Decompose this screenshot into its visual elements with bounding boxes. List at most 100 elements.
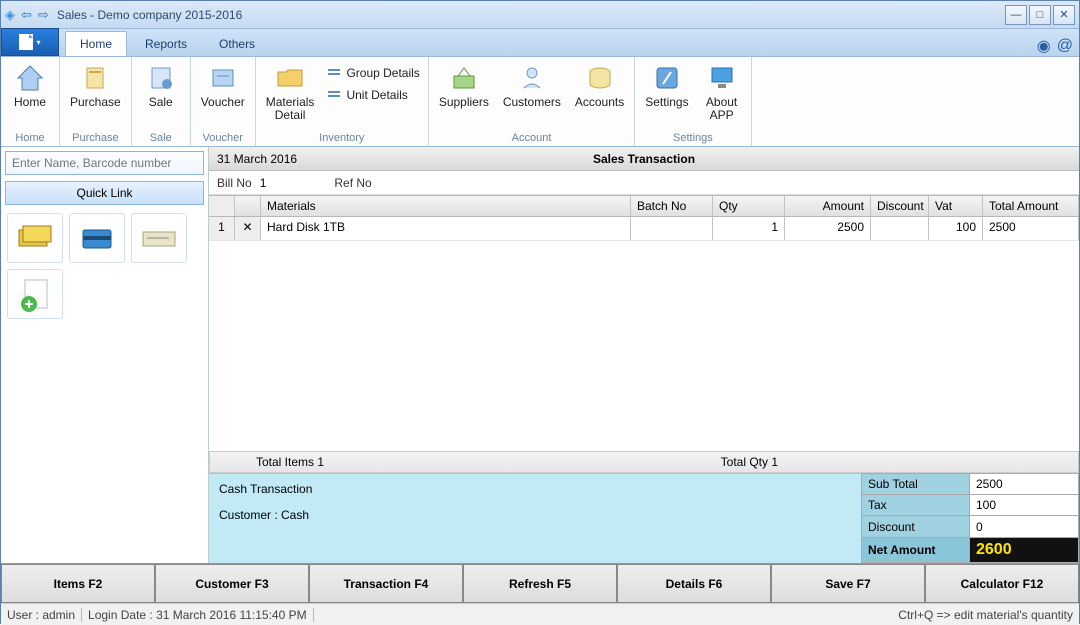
status-login: Login Date : 31 March 2016 11:15:40 PM <box>88 608 307 622</box>
group-details-button[interactable]: Group Details <box>322 63 423 83</box>
status-user: User : admin <box>7 608 75 622</box>
main: Quick Link 31 March 2016 Sales Transacti… <box>1 147 1079 563</box>
unit-details-button[interactable]: Unit Details <box>322 85 423 105</box>
purchase-button[interactable]: Purchase <box>64 59 127 112</box>
nav-forward-icon[interactable]: ⇨ <box>38 7 49 23</box>
customer-button[interactable]: Customer F3 <box>155 564 309 603</box>
total-qty: Total Qty 1 <box>721 455 778 469</box>
group-label-account: Account <box>433 130 630 144</box>
sale-icon <box>145 62 177 94</box>
tax-label: Tax <box>862 495 970 516</box>
suppliers-button[interactable]: Suppliers <box>433 59 495 112</box>
row-total[interactable]: 2500 <box>983 217 1079 240</box>
group-label-purchase: Purchase <box>64 130 127 144</box>
refno-label: Ref No <box>334 176 371 190</box>
list-icon <box>326 65 342 81</box>
window-title: Sales - Demo company 2015-2016 <box>57 8 242 22</box>
voucher-icon <box>207 62 239 94</box>
group-label-settings: Settings <box>639 130 746 144</box>
row-amount[interactable]: 2500 <box>785 217 871 240</box>
quicklink-cash[interactable] <box>7 213 63 263</box>
date-strip: 31 March 2016 Sales Transaction <box>209 147 1079 171</box>
status-bar: User : admin Login Date : 31 March 2016 … <box>1 603 1079 625</box>
net-amount-label: Net Amount <box>862 537 970 562</box>
minimize-button[interactable]: — <box>1005 5 1027 25</box>
about-app-button[interactable]: About APP <box>697 59 747 125</box>
sidebar: Quick Link <box>1 147 209 563</box>
tab-reports[interactable]: Reports <box>131 32 201 56</box>
row-material[interactable]: Hard Disk 1TB <box>261 217 631 240</box>
billno-value: 1 <box>260 176 267 190</box>
group-label-voucher: Voucher <box>195 130 251 144</box>
col-batch[interactable]: Batch No <box>631 196 713 216</box>
materials-detail-button[interactable]: Materials Detail <box>260 59 321 125</box>
row-delete-button[interactable]: ✕ <box>235 217 261 240</box>
col-amount[interactable]: Amount <box>785 196 871 216</box>
monitor-icon <box>706 62 738 94</box>
customers-button[interactable]: Customers <box>497 59 567 112</box>
billno-label: Bill No <box>217 176 252 190</box>
title-bar: ◈ ⇦ ⇨ Sales - Demo company 2015-2016 — □… <box>1 1 1079 29</box>
group-label-inventory: Inventory <box>260 130 424 144</box>
row-index: 1 <box>209 217 235 240</box>
transaction-button[interactable]: Transaction F4 <box>309 564 463 603</box>
help-icon[interactable]: ◉ <box>1037 36 1051 56</box>
app-menu-button[interactable]: ▾ <box>1 28 59 56</box>
refresh-button[interactable]: Refresh F5 <box>463 564 617 603</box>
grid-header: Materials Batch No Qty Amount Discount V… <box>209 195 1079 217</box>
save-button[interactable]: Save F7 <box>771 564 925 603</box>
subtotal-value: 2500 <box>970 474 1079 495</box>
ribbon-tabs: ▾ Home Reports Others ◉ @ <box>1 29 1079 57</box>
discount-label: Discount <box>862 516 970 537</box>
quicklink-card[interactable] <box>69 213 125 263</box>
accounts-icon <box>584 62 616 94</box>
voucher-button[interactable]: Voucher <box>195 59 251 112</box>
items-button[interactable]: Items F2 <box>1 564 155 603</box>
row-vat[interactable]: 100 <box>929 217 983 240</box>
col-vat[interactable]: Vat <box>929 196 983 216</box>
at-icon[interactable]: @ <box>1057 37 1073 55</box>
discount-value: 0 <box>970 516 1079 537</box>
ribbon: Home Home Purchase Purchase Sale Sale Vo… <box>1 57 1079 147</box>
tax-value: 100 <box>970 495 1079 516</box>
cash-panel: Cash Transaction Customer : Cash <box>209 473 861 563</box>
transaction-title: Sales Transaction <box>593 152 695 166</box>
nav-back-icon[interactable]: ⇦ <box>21 7 32 23</box>
net-amount-value: 2600 <box>970 537 1079 562</box>
calculator-button[interactable]: Calculator F12 <box>925 564 1079 603</box>
suppliers-icon <box>448 62 480 94</box>
bill-row: Bill No 1 Ref No <box>209 171 1079 195</box>
search-input[interactable] <box>5 151 204 175</box>
col-materials[interactable]: Materials <box>261 196 631 216</box>
customer-label: Customer : Cash <box>219 508 851 522</box>
app-logo-icon: ◈ <box>5 7 15 23</box>
grid-body[interactable]: 1 ✕ Hard Disk 1TB 1 2500 100 2500 <box>209 217 1079 451</box>
footer-buttons: Items F2 Customer F3 Transaction F4 Refr… <box>1 563 1079 603</box>
accounts-button[interactable]: Accounts <box>569 59 630 112</box>
col-discount[interactable]: Discount <box>871 196 929 216</box>
quicklink-new[interactable] <box>7 269 63 319</box>
col-qty[interactable]: Qty <box>713 196 785 216</box>
tab-home[interactable]: Home <box>65 31 127 56</box>
sale-button[interactable]: Sale <box>136 59 186 112</box>
status-tip: Ctrl+Q => edit material's quantity <box>898 608 1073 622</box>
summary-table: Sub Total2500 Tax100 Discount0 Net Amoun… <box>861 473 1079 563</box>
row-discount[interactable] <box>871 217 929 240</box>
home-button[interactable]: Home <box>5 59 55 112</box>
details-button[interactable]: Details F6 <box>617 564 771 603</box>
maximize-button[interactable]: □ <box>1029 5 1051 25</box>
col-total[interactable]: Total Amount <box>983 196 1079 216</box>
close-button[interactable]: ✕ <box>1053 5 1075 25</box>
totals-row: Total Items 1 Total Qty 1 <box>209 451 1079 473</box>
quick-link-button[interactable]: Quick Link <box>5 181 204 205</box>
purchase-icon <box>79 62 111 94</box>
list-icon <box>326 87 342 103</box>
customers-icon <box>516 62 548 94</box>
row-qty[interactable]: 1 <box>713 217 785 240</box>
home-icon <box>14 62 46 94</box>
settings-button[interactable]: Settings <box>639 59 694 125</box>
table-row[interactable]: 1 ✕ Hard Disk 1TB 1 2500 100 2500 <box>209 217 1079 241</box>
row-batch[interactable] <box>631 217 713 240</box>
tab-others[interactable]: Others <box>205 32 269 56</box>
quicklink-cheque[interactable] <box>131 213 187 263</box>
